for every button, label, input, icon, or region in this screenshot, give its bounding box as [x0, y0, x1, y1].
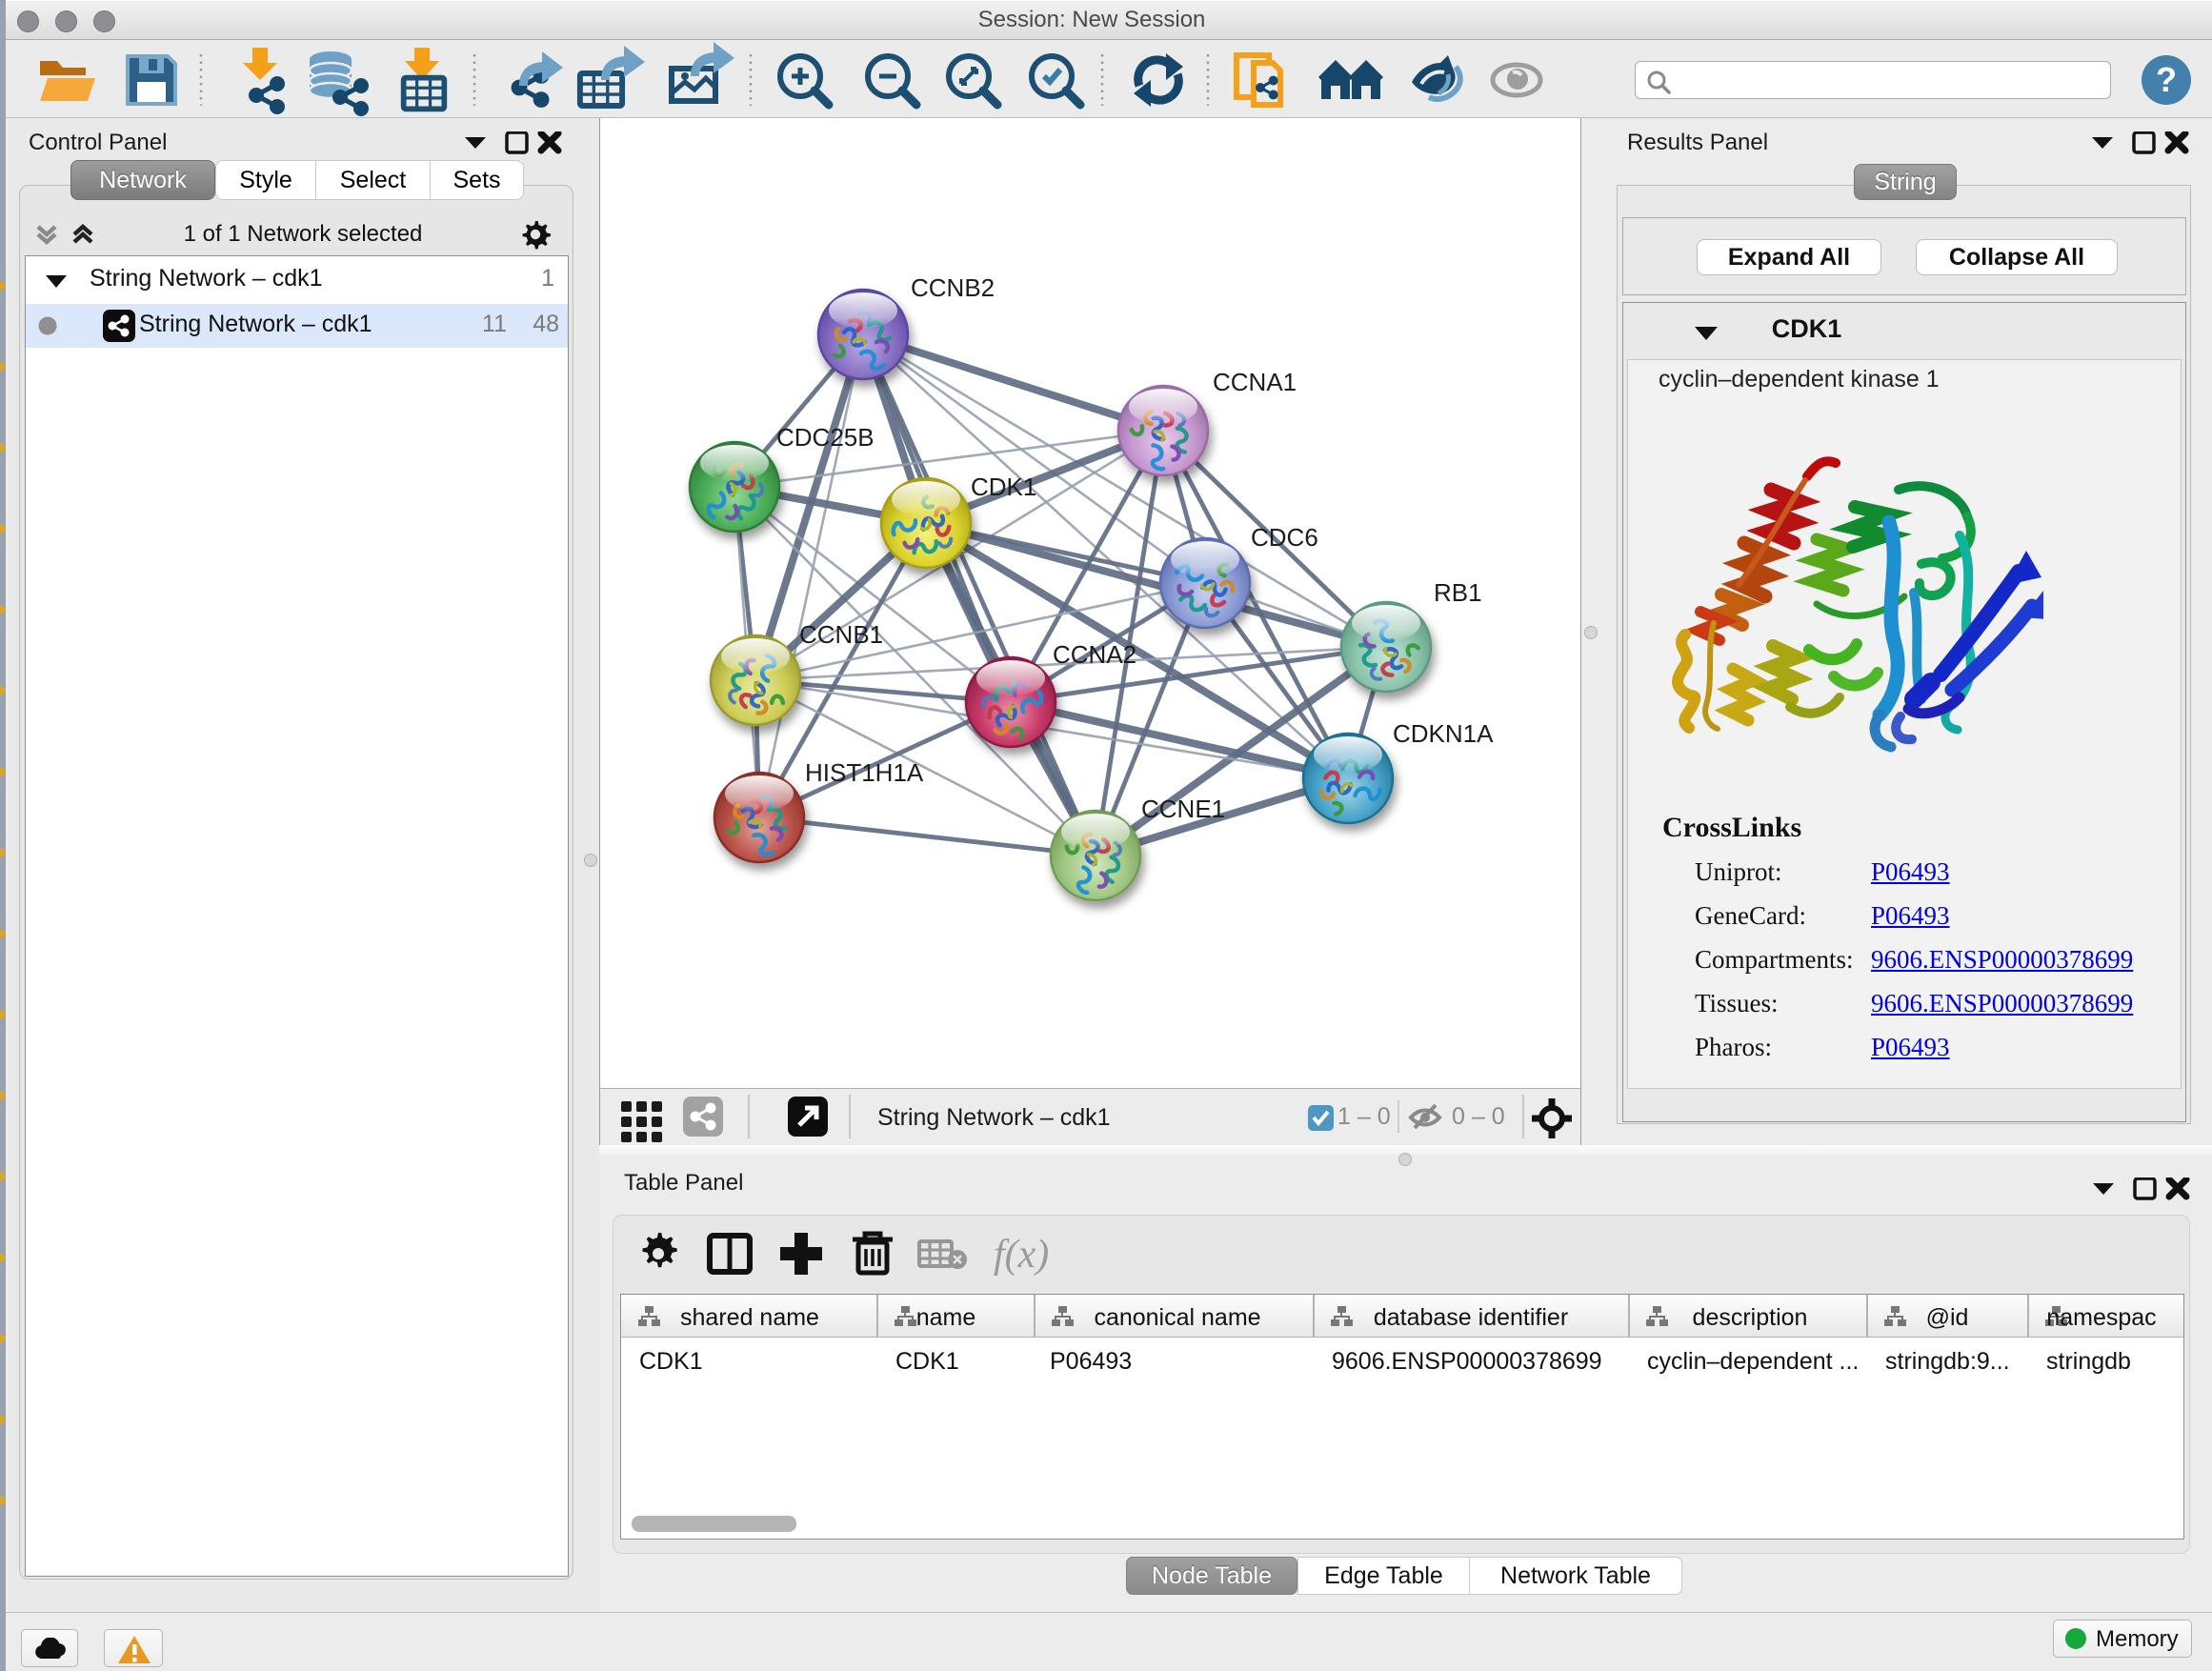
svg-text:database identifier: database identifier	[1374, 1304, 1568, 1331]
svg-text:CCNA2: CCNA2	[1053, 640, 1136, 669]
svg-text:description: description	[1693, 1304, 1808, 1331]
svg-text:P06493: P06493	[1050, 1348, 1132, 1375]
svg-text:9606.ENSP00000378699: 9606.ENSP00000378699	[1332, 1348, 1602, 1375]
svg-text:CCNB2: CCNB2	[911, 273, 995, 302]
svg-text:namespac: namespac	[2046, 1304, 2156, 1331]
svg-text:CCNA1: CCNA1	[1213, 368, 1297, 396]
svg-text:name: name	[916, 1304, 976, 1331]
svg-text:String Network – cdk1: String Network – cdk1	[877, 1104, 1111, 1131]
svg-text:CDC25B: CDC25B	[776, 423, 875, 452]
svg-text:?: ?	[2156, 60, 2177, 99]
svg-text:cyclin–dependent ...: cyclin–dependent ...	[1647, 1348, 1859, 1375]
svg-text:HIST1H1A: HIST1H1A	[805, 758, 924, 787]
svg-text:0 – 0: 0 – 0	[1452, 1103, 1505, 1130]
svg-text:CCNB1: CCNB1	[799, 620, 883, 649]
svg-text:CDK1: CDK1	[895, 1348, 959, 1375]
svg-text:f(x): f(x)	[994, 1233, 1049, 1277]
svg-text:CDKN1A: CDKN1A	[1393, 719, 1494, 748]
svg-text:RB1: RB1	[1434, 578, 1482, 607]
svg-text:CDK1: CDK1	[971, 473, 1036, 501]
svg-text:1 – 0: 1 – 0	[1337, 1103, 1391, 1130]
svg-text:stringdb:9...: stringdb:9...	[1885, 1348, 2010, 1375]
svg-text:stringdb: stringdb	[2046, 1348, 2131, 1375]
svg-text:canonical name: canonical name	[1094, 1304, 1260, 1331]
svg-text:@id: @id	[1926, 1304, 1969, 1331]
svg-text:CCNE1: CCNE1	[1141, 795, 1225, 823]
svg-text:CDC6: CDC6	[1251, 523, 1318, 552]
svg-text:CDK1: CDK1	[639, 1348, 703, 1375]
svg-text:shared name: shared name	[680, 1304, 819, 1331]
